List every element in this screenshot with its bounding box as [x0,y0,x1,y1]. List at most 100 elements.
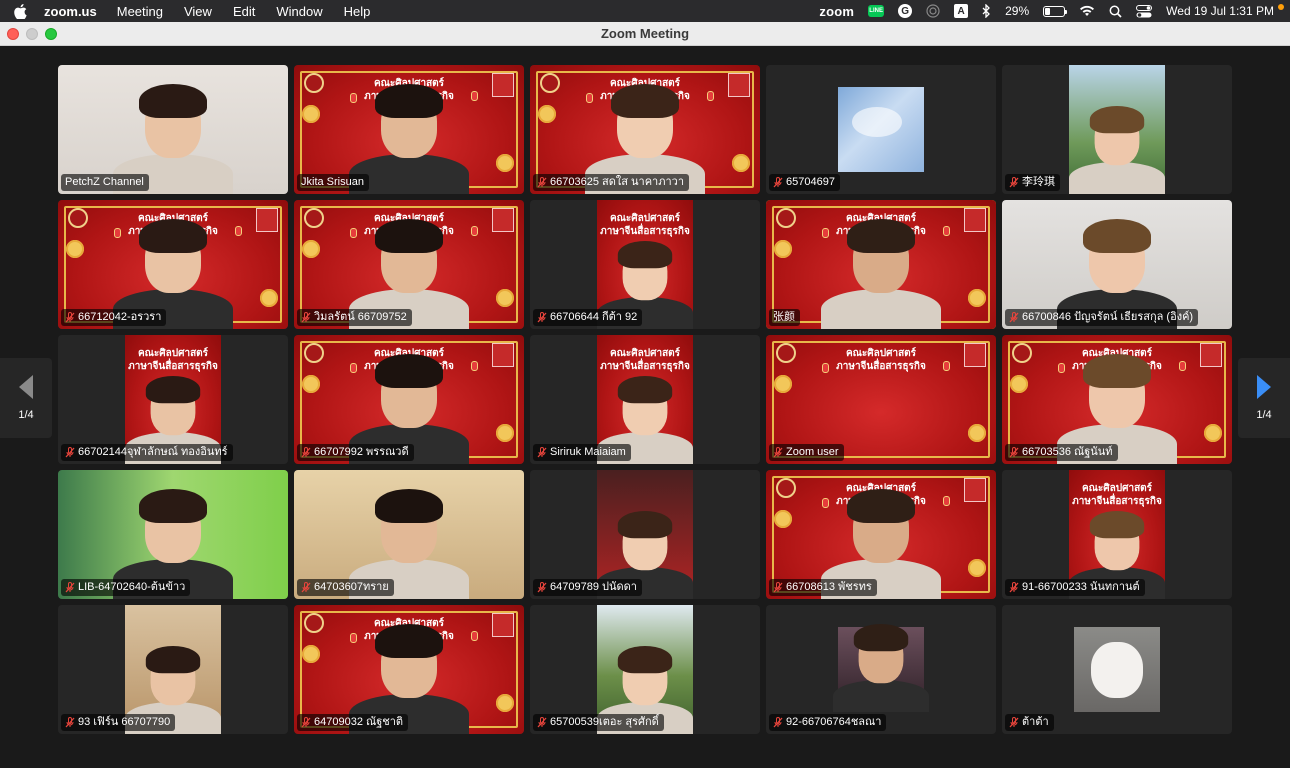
participant-face [375,219,443,293]
next-page-button[interactable]: 1/4 [1238,358,1290,438]
participant-tile[interactable]: คณะศิลปศาสตร์ภาษาจีนสื่อสารธุรกิจ6670362… [530,65,760,194]
participant-tile[interactable]: 93 เฟิร์น 66707790 [58,605,288,734]
participant-name-tag: Zoom user [769,444,844,461]
battery-icon[interactable] [1043,5,1068,17]
mic-muted-icon [1009,177,1019,188]
participant-tile[interactable]: คณะศิลปศาสตร์ ภาษาจีนสื่อสารธุรกิจ 6670214… [58,335,288,464]
participant-person [1069,106,1165,194]
app-menu-zoom[interactable]: zoom.us [44,4,97,19]
menu-help[interactable]: Help [344,4,371,19]
lantern-icon [943,226,950,236]
grammarly-icon[interactable]: G [898,4,913,18]
participant-face [1083,354,1151,428]
participant-tile[interactable]: คณะศิลปศาสตร์ภาษาจีนสื่อสารธุรกิจ6670353… [1002,335,1232,464]
participant-tile[interactable]: 92-66706764ชลณา [766,605,996,734]
participant-hair [375,489,443,523]
fullscreen-window-button[interactable] [45,28,57,40]
participant-video [1069,65,1165,194]
participant-shirt [821,289,941,329]
participant-shirt [833,680,929,712]
participant-tile[interactable]: คณะศิลปศาสตร์ภาษาจีนสื่อสารธุรกิจ6470903… [294,605,524,734]
mic-muted-icon [1009,582,1019,593]
mic-muted-icon [65,717,75,728]
airdrop-icon[interactable] [926,4,940,18]
participant-tile[interactable]: 64709789 ปนัดดา [530,470,760,599]
mic-muted-icon [1009,717,1019,728]
participant-video [1074,627,1160,712]
line-app-icon[interactable]: LINE [868,5,885,17]
close-window-button[interactable] [7,28,19,40]
participant-tile[interactable]: คณะศิลปศาสตร์ภาษาจีนสื่อสารธุรกิจ6671204… [58,200,288,329]
input-source-icon[interactable]: A [954,4,969,18]
banner-caption-line: คณะศิลปศาสตร์ [609,213,681,224]
participant-tile[interactable]: คณะศิลปศาสตร์ ภาษาจีนสื่อสารธุรกิจ 6670664… [530,200,760,329]
participant-name: 66712042-อรวรา [78,311,162,323]
participant-tile[interactable]: คณะศิลปศาสตร์ ภาษาจีนสื่อสารธุรกิจ Siriruk… [530,335,760,464]
previous-page-button[interactable]: 1/4 [0,358,52,438]
flower-ornament-icon [496,154,514,172]
participant-name: 66702144จุฬาลักษณ์ ทองอินทร์ [78,446,228,458]
participant-name: PetchZ Channel [65,176,144,188]
participant-tile[interactable]: คณะศิลปศาสตร์ภาษาจีนสื่อสารธุรกิจ6670799… [294,335,524,464]
lantern-icon [822,363,829,373]
participant-face [617,511,673,571]
menu-meeting[interactable]: Meeting [117,4,163,19]
participant-tile[interactable]: 64703607ทราย [294,470,524,599]
participant-tile[interactable]: คณะศิลปศาสตร์ ภาษาจีนสื่อสารธุรกิจ Zoom us… [766,335,996,464]
mic-muted-icon [537,312,547,323]
zoom-status-item[interactable]: zoom [819,4,854,19]
mic-muted-icon [537,447,547,458]
menu-view[interactable]: View [184,4,212,19]
participant-tile[interactable]: PetchZ Channel [58,65,288,194]
page-indicator-right: 1/4 [1256,409,1272,421]
banner-caption-line: ภาษาจีนสื่อสารธุรกิจ [836,361,926,372]
participant-name-tag: 66703536 ณัฐนันท์ [1005,444,1118,461]
wifi-icon[interactable] [1079,5,1095,17]
lantern-icon [471,226,478,236]
participant-name-tag: 64709032 ณัฐชาติ [297,714,409,731]
participant-tile[interactable]: 65700539เตอะ สุรศักดิ์ [530,605,760,734]
participant-tile[interactable]: คณะศิลปศาสตร์ภาษาจีนสื่อสารธุรกิจวิมลรัต… [294,200,524,329]
participant-video [838,87,924,172]
spotlight-search-icon[interactable] [1109,5,1122,18]
battery-fill [1045,7,1051,15]
bluetooth-icon[interactable] [982,4,991,18]
lantern-icon [471,91,478,101]
flower-ornament-icon [1204,424,1222,442]
participant-name: 66703536 ณัฐนันท์ [1022,446,1113,458]
window-title: Zoom Meeting [600,26,690,41]
participant-tile[interactable]: คณะศิลปศาสตร์ภาษาจีนสื่อสารธุรกิจJkita S… [294,65,524,194]
participant-tile[interactable]: ต้าต้า [1002,605,1232,734]
participant-name-tag: 66707992 พรรณวดี [297,444,414,461]
participant-tile[interactable]: 65704697 [766,65,996,194]
participant-tile[interactable]: LIB-64702640-ต้นข้าว [58,470,288,599]
participant-name: 66706644 กีต้า 92 [550,311,638,323]
participant-tile[interactable]: 李玲琪 [1002,65,1232,194]
minimize-window-button[interactable] [26,28,38,40]
flower-ornament-icon [260,289,278,307]
participant-face [139,489,207,563]
participant-tile[interactable]: คณะศิลปศาสตร์ ภาษาจีนสื่อสารธุรกิจ 91-6670… [1002,470,1232,599]
participant-name-tag: PetchZ Channel [61,174,149,191]
participant-hair [139,489,207,523]
apple-logo-icon[interactable] [14,3,28,19]
participant-hair [611,84,679,118]
control-center-icon[interactable] [1136,4,1153,18]
clock-datetime[interactable]: Wed 19 Jul 1:31 PM [1166,4,1274,18]
mic-muted-icon [773,447,783,458]
banner-caption-line: คณะศิลปศาสตร์ [1081,483,1153,494]
participant-name-tag: 92-66706764ชลณา [769,714,887,731]
participant-tile[interactable]: 66700846 ปัญจรัตน์ เธียรสกุล (อิงค์) [1002,200,1232,329]
mic-muted-icon [773,177,783,188]
participant-tile[interactable]: คณะศิลปศาสตร์ภาษาจีนสื่อสารธุรกิจ张颜 [766,200,996,329]
participant-hair [847,219,915,253]
macos-menu-bar: zoom.us Meeting View Edit Window Help zo… [0,0,1290,22]
participant-name: 张颜 [773,311,795,323]
participant-hair [617,241,673,269]
banner-caption-line: คณะศิลปศาสตร์ [609,348,681,359]
participant-face [145,646,201,706]
participant-hair [375,84,443,118]
menu-edit[interactable]: Edit [233,4,255,19]
participant-tile[interactable]: คณะศิลปศาสตร์ภาษาจีนสื่อสารธุรกิจ6670861… [766,470,996,599]
menu-window[interactable]: Window [276,4,322,19]
